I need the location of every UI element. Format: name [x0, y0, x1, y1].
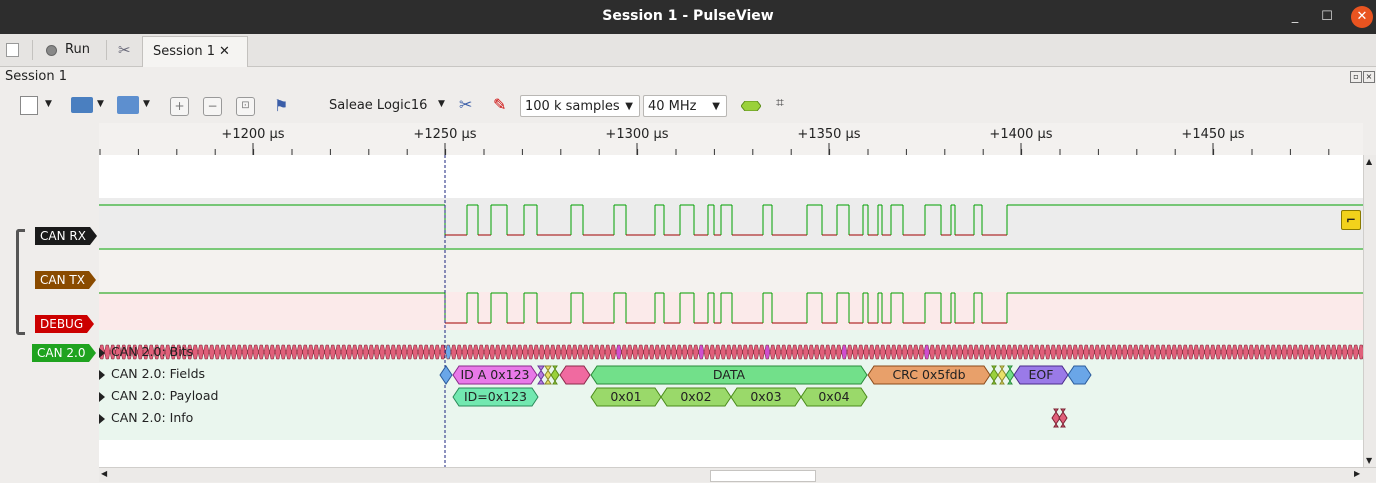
channel-label-can-tx[interactable]: CAN TX — [35, 271, 96, 289]
tab-label: Session 1 — [153, 44, 216, 59]
scroll-right-icon[interactable]: ▶ — [1354, 469, 1360, 478]
payload-byte-label: 0x01 — [610, 389, 642, 404]
decoder-label-can[interactable]: CAN 2.0 — [32, 344, 97, 362]
field-ack[interactable] — [997, 365, 1007, 385]
tab-session-1[interactable]: Session 1 ✕ — [142, 36, 248, 67]
field-sof[interactable] — [439, 365, 453, 385]
window-titlebar: Session 1 - PulseView _ ☐ ✕ — [0, 0, 1376, 34]
chevron-down-icon: ▼ — [625, 101, 633, 112]
device-selector[interactable]: Saleae Logic16 — [329, 95, 427, 117]
new-session-icon[interactable] — [6, 43, 19, 57]
chevron-down-icon[interactable]: ▼ — [97, 99, 119, 121]
scroll-left-icon[interactable]: ◀ — [101, 469, 107, 478]
chevron-down-icon[interactable]: ▼ — [45, 99, 67, 121]
samples-value: 100 k samples — [525, 99, 620, 114]
decoder-bits-annotations — [99, 344, 1363, 360]
payload-byte-label: 0x02 — [680, 389, 712, 404]
decoder-row-fields: CAN 2.0: Fields — [111, 366, 206, 381]
field-ifs[interactable] — [1067, 365, 1092, 385]
field-crc-delim[interactable] — [989, 365, 999, 385]
samplerate-value: 40 MHz — [648, 99, 697, 114]
chevron-down-icon: ▼ — [712, 101, 720, 112]
vertical-scrollbar[interactable]: ▲ ▼ — [1363, 155, 1376, 467]
time-ruler[interactable]: +1200 µs +1250 µs +1300 µs +1350 µs +1400 µs… — [99, 123, 1363, 155]
trace-debug — [99, 292, 1363, 324]
session-label: Session 1 — [5, 69, 68, 84]
run-icon[interactable] — [46, 45, 57, 56]
field-dlc[interactable] — [559, 365, 591, 385]
expand-arrow-icon[interactable] — [99, 370, 105, 380]
field-ack-delim[interactable] — [1005, 365, 1015, 385]
new-view-icon[interactable] — [20, 96, 38, 115]
maximize-button[interactable]: ☐ — [1316, 6, 1338, 28]
field-ide[interactable] — [544, 365, 552, 385]
trace-area[interactable]: ⌐ — [99, 155, 1363, 467]
device-config-icon[interactable]: ✂ — [459, 95, 481, 117]
trigger-rising-edge-icon[interactable]: ⌐ — [1341, 210, 1361, 230]
samplerate-select[interactable]: 40 MHz ▼ — [643, 95, 727, 117]
info-mark[interactable] — [1058, 408, 1068, 428]
expand-arrow-icon[interactable] — [99, 392, 105, 402]
payload-byte-label: 0x04 — [818, 389, 850, 404]
decoder-row-payload: CAN 2.0: Payload — [111, 388, 219, 403]
scroll-up-icon[interactable]: ▲ — [1366, 157, 1372, 166]
divider — [32, 40, 33, 60]
zoom-out-icon[interactable]: − — [203, 97, 222, 116]
field-r0[interactable] — [550, 365, 560, 385]
field-crc-label: CRC 0x5fdb — [892, 367, 966, 382]
horizontal-scrollbar[interactable]: ◀ ▶ — [99, 467, 1376, 482]
field-eof-label: EOF — [1028, 367, 1054, 382]
chevron-down-icon[interactable]: ▼ — [143, 99, 165, 121]
minimize-button[interactable]: _ — [1284, 6, 1306, 28]
tab-close-icon[interactable]: ✕ — [219, 37, 230, 67]
open-icon[interactable] — [71, 97, 93, 113]
zoom-fit-icon[interactable]: ⊡ — [236, 97, 255, 116]
settings-icon[interactable]: ✂ — [118, 34, 131, 66]
field-rtr[interactable] — [537, 365, 545, 385]
field-id-label: ID A 0x123 — [460, 367, 530, 382]
divider — [106, 40, 107, 60]
cursor-icon[interactable]: ⚑ — [274, 96, 296, 118]
channel-label-debug[interactable]: DEBUG — [35, 315, 95, 333]
close-dock-icon[interactable]: × — [1363, 71, 1375, 83]
save-icon[interactable] — [117, 96, 139, 114]
zoom-in-icon[interactable]: + — [170, 97, 189, 116]
float-icon[interactable]: ▫ — [1350, 71, 1362, 83]
expand-arrow-icon[interactable] — [99, 348, 105, 358]
scroll-down-icon[interactable]: ▼ — [1366, 456, 1372, 465]
expand-arrow-icon[interactable] — [99, 414, 105, 424]
channel-label-can-rx[interactable]: CAN RX — [35, 227, 97, 245]
probe-icon[interactable]: ✎ — [493, 95, 515, 117]
samples-select[interactable]: 100 k samples ▼ — [520, 95, 640, 117]
payload-byte-label: 0x03 — [750, 389, 782, 404]
math-channel-icon[interactable]: ⌗ — [776, 95, 798, 117]
chevron-down-icon[interactable]: ▼ — [438, 99, 460, 121]
channel-group-bracket — [16, 229, 25, 335]
decoder-row-info: CAN 2.0: Info — [111, 410, 194, 425]
scroll-thumb[interactable] — [710, 470, 816, 482]
close-button[interactable]: ✕ — [1351, 6, 1373, 28]
add-decoder-icon[interactable] — [740, 100, 762, 112]
window-title: Session 1 - PulseView — [602, 8, 774, 24]
field-data-label: DATA — [712, 367, 746, 382]
trace-can-rx — [99, 204, 1363, 236]
decoder-row-bits: CAN 2.0: Bits — [111, 344, 194, 359]
run-button[interactable]: Run — [65, 34, 90, 66]
tab-bar: Run ✂ Session 1 ✕ — [0, 34, 1376, 67]
session-header: Session 1 ▫ × — [0, 67, 1376, 89]
payload-id-label: ID=0x123 — [464, 389, 527, 404]
